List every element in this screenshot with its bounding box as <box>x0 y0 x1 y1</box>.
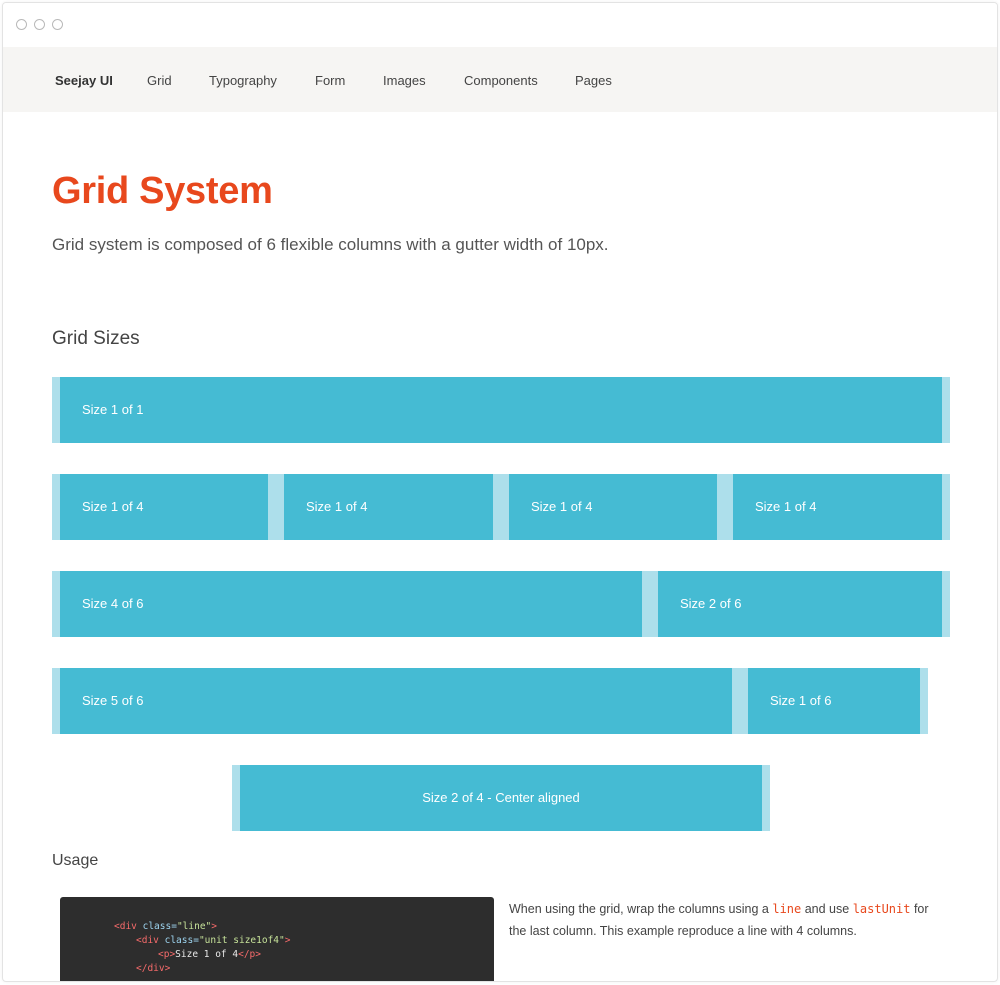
grid-unit[interactable]: Size 5 of 6 <box>52 668 740 734</box>
grid-unit-label: Size 5 of 6 <box>82 693 144 708</box>
grid-sizes-heading: Grid Sizes <box>52 328 140 349</box>
page-lead: Grid system is composed of 6 flexible co… <box>52 235 609 254</box>
top-navigation: Seejay UI Grid Typography Form Images Co… <box>3 47 997 112</box>
grid-unit[interactable]: Size 1 of 4 <box>501 474 725 540</box>
code-line: </div> <box>136 963 171 974</box>
code-line: <div class="unit size1of4"> <box>136 935 291 946</box>
window-close-dot[interactable] <box>16 19 27 30</box>
grid-unit[interactable]: Size 1 of 1 <box>52 377 950 443</box>
grid-unit-label: Size 1 of 4 <box>306 499 368 514</box>
code-line: <div class="line"> <box>114 921 217 932</box>
grid-unit-label: Size 2 of 4 - Center aligned <box>422 790 580 805</box>
grid-unit[interactable]: Size 4 of 6 <box>52 571 650 637</box>
grid-unit[interactable]: Size 1 of 4 <box>725 474 950 540</box>
code-sample: <div class="line"> <div class="unit size… <box>60 897 494 981</box>
nav-brand[interactable]: Seejay UI <box>55 47 113 112</box>
nav-item-typography[interactable]: Typography <box>209 47 277 112</box>
grid-row-1: Size 1 of 1 <box>52 377 950 443</box>
usage-description: When using the grid, wrap the columns us… <box>509 902 929 938</box>
grid-unit-label: Size 1 of 6 <box>770 693 832 708</box>
grid-row-5: Size 2 of 4 - Center aligned <box>232 765 770 831</box>
window-maximize-dot[interactable] <box>52 19 63 30</box>
nav-item-pages[interactable]: Pages <box>575 47 612 112</box>
grid-unit-label: Size 1 of 4 <box>531 499 593 514</box>
grid-row-4: Size 5 of 6 Size 1 of 6 <box>52 668 928 734</box>
window-minimize-dot[interactable] <box>34 19 45 30</box>
code-term-line: line <box>772 902 802 916</box>
grid-unit-label: Size 2 of 6 <box>680 596 742 611</box>
page-title: Grid System <box>52 170 273 212</box>
grid-unit-centered[interactable]: Size 2 of 4 - Center aligned <box>232 765 770 831</box>
grid-row-3: Size 4 of 6 Size 2 of 6 <box>52 571 950 637</box>
code-line: <p>Size 1 of 4</p> <box>158 949 261 960</box>
grid-unit[interactable]: Size 1 of 6 <box>740 668 928 734</box>
grid-unit[interactable]: Size 2 of 6 <box>650 571 950 637</box>
grid-unit-label: Size 1 of 4 <box>82 499 144 514</box>
grid-unit-label: Size 4 of 6 <box>82 596 144 611</box>
nav-item-images[interactable]: Images <box>383 47 426 112</box>
usage-heading: Usage <box>52 852 99 869</box>
grid-unit-label: Size 1 of 1 <box>82 402 144 417</box>
nav-item-grid[interactable]: Grid <box>147 47 172 112</box>
browser-window: Seejay UI Grid Typography Form Images Co… <box>2 2 998 982</box>
code-term-lastunit: lastUnit <box>852 902 911 916</box>
grid-unit[interactable]: Size 1 of 4 <box>52 474 276 540</box>
grid-row-2: Size 1 of 4 Size 1 of 4 Size 1 of 4 Size… <box>52 474 950 540</box>
grid-unit-label: Size 1 of 4 <box>755 499 817 514</box>
nav-item-form[interactable]: Form <box>315 47 345 112</box>
window-titlebar <box>3 3 997 47</box>
nav-item-components[interactable]: Components <box>464 47 538 112</box>
grid-unit[interactable]: Size 1 of 4 <box>276 474 501 540</box>
